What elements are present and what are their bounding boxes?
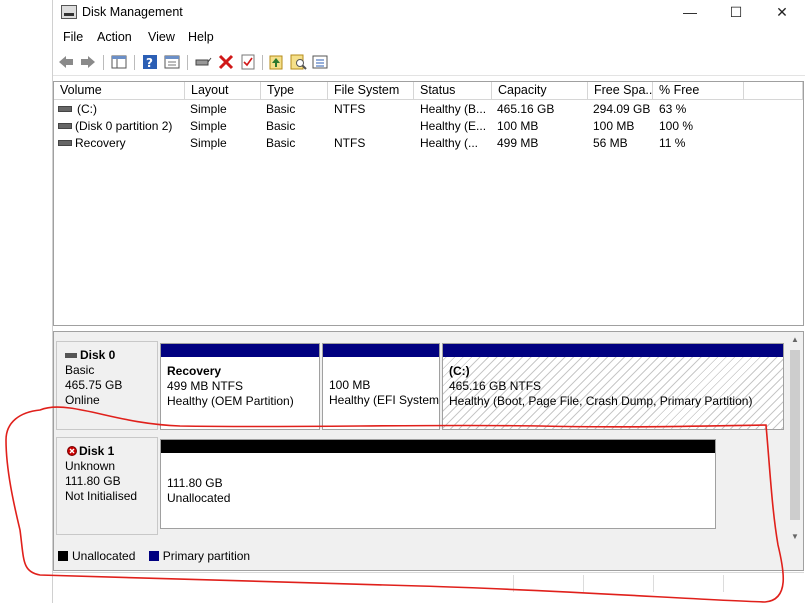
primary-partition-swatch [148, 551, 159, 561]
disk-0-label[interactable]: Disk 0 Basic 465.75 GB Online [56, 341, 158, 430]
menu-view[interactable]: View [148, 30, 175, 44]
scroll-down-icon[interactable]: ▼ [791, 532, 799, 541]
column-header-free-space[interactable]: Free Spa... [588, 82, 653, 100]
table-row[interactable]: (C:) Simple Basic NTFS Healthy (B... 465… [54, 101, 803, 118]
connect-icon[interactable] [194, 53, 212, 71]
forward-arrow-icon[interactable] [79, 53, 97, 71]
window-title: Disk Management [82, 5, 183, 19]
menu-file[interactable]: File [63, 30, 83, 44]
disk-uninitialized-icon [65, 445, 77, 457]
primary-partition-bar [323, 344, 439, 357]
column-header-file-system[interactable]: File System [328, 82, 414, 100]
toolbar: ? [53, 50, 805, 76]
legend: Unallocated Primary partition [58, 549, 250, 567]
maximize-button[interactable]: ☐ [713, 0, 759, 26]
help-icon[interactable]: ? [141, 53, 159, 71]
volume-list[interactable]: Volume Layout Type File System Status Ca… [53, 81, 804, 326]
drive-icon [58, 106, 72, 112]
search-icon[interactable] [289, 53, 307, 71]
back-arrow-icon[interactable] [57, 53, 75, 71]
drive-icon [58, 140, 72, 146]
disk-management-icon [61, 5, 77, 19]
column-header-percent-free[interactable]: % Free [653, 82, 744, 100]
svg-text:?: ? [146, 56, 153, 70]
disk-management-window: Disk Management — ☐ ✕ File Action View H… [52, 0, 805, 603]
scroll-up-icon[interactable]: ▲ [791, 335, 799, 344]
column-header-status[interactable]: Status [414, 82, 492, 100]
column-header-type[interactable]: Type [261, 82, 328, 100]
console-tree-icon[interactable] [110, 53, 128, 71]
partition-c-drive[interactable]: (C:) 465.16 GB NTFS Healthy (Boot, Page … [442, 343, 784, 430]
status-bar [53, 572, 804, 594]
partition-efi-system[interactable]: 100 MB Healthy (EFI System [322, 343, 440, 430]
close-button[interactable]: ✕ [759, 0, 805, 26]
column-header-layout[interactable]: Layout [185, 82, 261, 100]
properties-icon[interactable] [163, 53, 181, 71]
delete-icon[interactable] [217, 53, 235, 71]
scrollbar-thumb[interactable] [790, 350, 800, 520]
unallocated-bar [161, 440, 715, 453]
primary-partition-bar [161, 344, 319, 357]
disk-1-label[interactable]: Disk 1 Unknown 111.80 GB Not Initialised [56, 437, 158, 535]
menu-help[interactable]: Help [188, 30, 214, 44]
list-view-icon[interactable] [311, 53, 329, 71]
unallocated-swatch [58, 551, 68, 561]
title-bar: Disk Management — ☐ ✕ [53, 0, 805, 26]
minimize-button[interactable]: — [667, 0, 713, 26]
table-row[interactable]: Recovery Simple Basic NTFS Healthy (... … [54, 135, 803, 152]
disk-icon [65, 353, 77, 359]
menu-bar: File Action View Help [53, 28, 805, 48]
partition-recovery[interactable]: Recovery 499 MB NTFS Healthy (OEM Partit… [160, 343, 320, 430]
partition-unallocated[interactable]: 111.80 GB Unallocated [160, 439, 716, 529]
menu-action[interactable]: Action [97, 30, 132, 44]
disk-view-scrollbar[interactable]: ▲ ▼ [787, 332, 803, 570]
export-icon[interactable] [267, 53, 285, 71]
disk-graphical-view[interactable]: Disk 0 Basic 465.75 GB Online Recovery 4… [53, 331, 804, 571]
table-row[interactable]: (Disk 0 partition 2) Simple Basic Health… [54, 118, 803, 135]
drive-icon [58, 123, 72, 129]
column-header-volume[interactable]: Volume [54, 82, 185, 100]
checkmark-icon[interactable] [239, 53, 257, 71]
primary-partition-bar [443, 344, 783, 357]
column-header-capacity[interactable]: Capacity [492, 82, 588, 100]
